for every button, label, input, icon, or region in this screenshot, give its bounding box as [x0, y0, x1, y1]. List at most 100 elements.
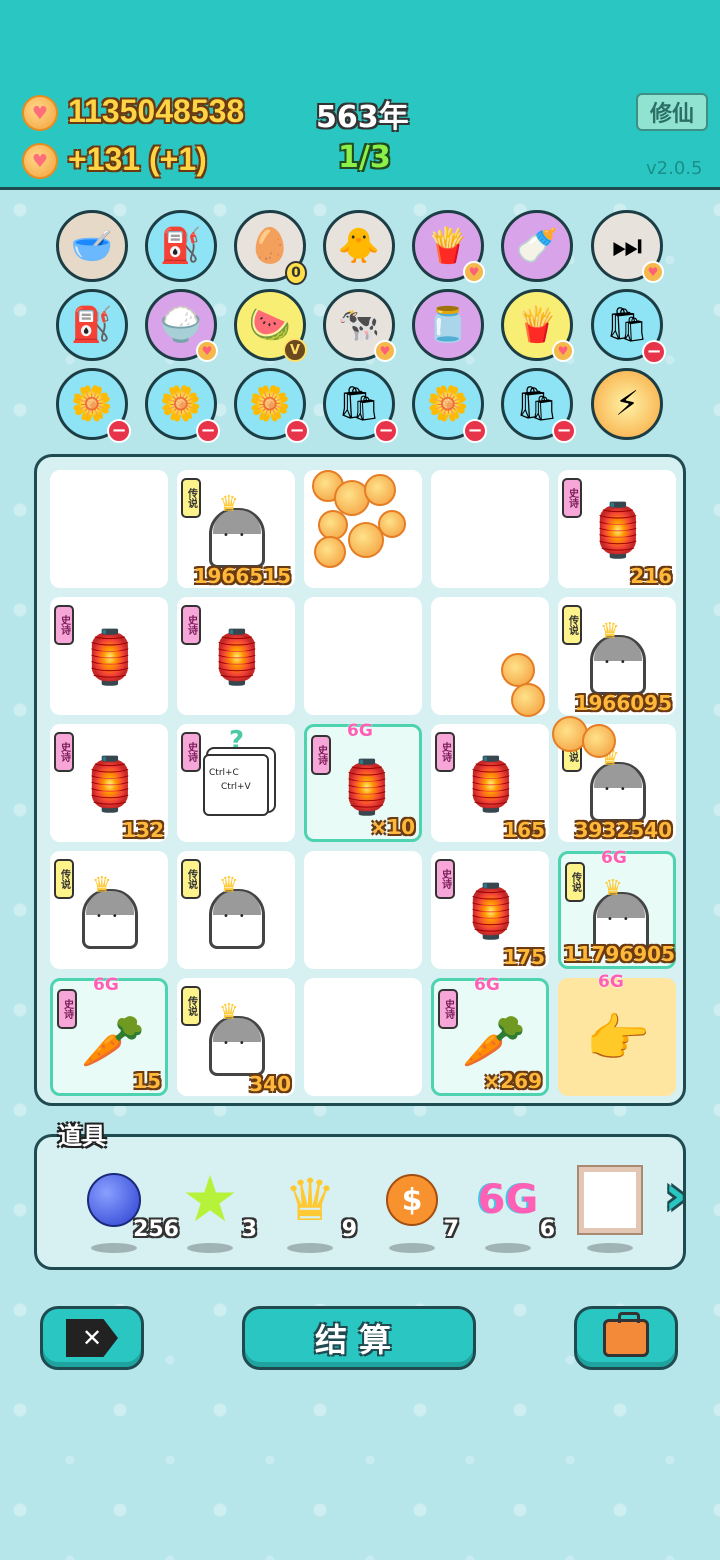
cows-icon[interactable]: 🐄 ♥ — [323, 289, 396, 362]
epic-tag: 史诗 — [57, 989, 77, 1029]
feed-sack-icon[interactable]: 🛍 − — [591, 289, 666, 364]
grid-cell-husky[interactable]: 传说 ♛ •• 1966515 — [177, 470, 295, 588]
grid-cell-husky[interactable]: 传说 ♛ •• — [50, 851, 168, 969]
minus-badge-icon: − — [196, 419, 220, 443]
bag-button[interactable] — [574, 1306, 678, 1370]
rabbit-tent-icon: 🏮 — [204, 627, 270, 688]
grid-cell-empty[interactable] — [304, 978, 422, 1096]
item-crown[interactable]: ♛ 9 — [277, 1166, 357, 1257]
rabbit-tent-icon: 🏮 — [77, 754, 143, 815]
grid-cell-husky[interactable]: 传说 ♛ •• — [177, 851, 295, 969]
6g-badge: 6G — [474, 975, 500, 995]
grid-cell-pointer[interactable]: 6G 👉 — [558, 972, 676, 1096]
chick-icon[interactable]: 🐥 — [323, 210, 395, 282]
flower-pot-icon[interactable]: 🌼 − — [145, 368, 220, 443]
coin-icon — [364, 474, 396, 506]
heart-coin-icon: ♥ — [22, 143, 58, 179]
stage-progress: 1/3 — [338, 140, 391, 175]
fries-icon[interactable]: 🍟 ♥ — [501, 289, 574, 362]
jar-icon[interactable]: 🫙 — [412, 289, 484, 361]
heart-coin-icon: ♥ — [22, 95, 58, 131]
item-shadow — [587, 1243, 633, 1253]
skip-icon[interactable]: ⏭ ♥ — [591, 210, 664, 283]
husky-king-icon: ♛ •• — [582, 615, 654, 699]
grid-cell-husky[interactable]: 传说 ♛ •• 3932540 — [552, 716, 676, 842]
feed-sack-icon[interactable]: 🛍 − — [501, 368, 576, 443]
dog-bowl-icon[interactable]: 🥣 — [56, 210, 128, 282]
coin-income: +131 (+1) — [68, 141, 207, 177]
fruit-basket-icon[interactable]: 🍉 V — [234, 289, 307, 362]
grid-cell-tent[interactable]: 史诗 🏮 132 — [50, 724, 168, 842]
pump-icon[interactable]: ⛽ — [56, 289, 128, 361]
grid-cell-empty[interactable] — [50, 470, 168, 588]
minus-badge-icon: − — [285, 419, 309, 443]
paste-text: Ctrl+V — [221, 782, 251, 792]
fries-icon[interactable]: 🍟 ♥ — [412, 210, 485, 283]
close-button[interactable]: ✕ — [40, 1306, 144, 1370]
item-shadow — [389, 1243, 435, 1253]
grid-cell-coins[interactable] — [304, 470, 422, 588]
epic-tag: 史诗 — [438, 989, 458, 1029]
6g-badge: 6G — [347, 721, 373, 741]
grid-cell-copy[interactable]: 史诗 ? Ctrl+C Ctrl+V — [177, 724, 295, 842]
grid-cell-empty[interactable] — [304, 597, 422, 715]
grid-cell-husky-6g[interactable]: 6G 传说 ♛ •• 11796905 — [558, 848, 676, 969]
item-shadow — [91, 1243, 137, 1253]
rice-bowl-icon[interactable]: 🍚 ♥ — [145, 289, 218, 362]
grid-cell-tent[interactable]: 史诗 🏮 — [177, 597, 295, 715]
item-husky-portrait[interactable] — [577, 1167, 657, 1257]
grid-cell-husky[interactable]: 传说 ♛ •• 1966095 — [558, 597, 676, 715]
grid-cell-tent[interactable]: 史诗 🏮 165 — [431, 724, 549, 842]
flower-pot-icon[interactable]: 🌼 − — [234, 368, 309, 443]
copy-text: Ctrl+C — [209, 768, 239, 778]
settle-label: 结算 — [314, 1321, 403, 1359]
vip-badge-icon: V — [283, 338, 307, 362]
flower-pot-icon[interactable]: 🌼 − — [412, 368, 487, 443]
grid-cell-tent[interactable]: 史诗 🏮 — [50, 597, 168, 715]
coin-icon — [378, 510, 406, 538]
grid-cell-tent[interactable]: 史诗 🏮 216 — [558, 470, 676, 588]
cell-value: 165 — [503, 818, 545, 842]
item-shadow — [485, 1243, 531, 1253]
grid-cell-carrot-6g[interactable]: 6G 史诗 🥕 ×269 — [431, 975, 549, 1096]
coin-icon — [501, 653, 535, 687]
coin-total: 1135048538 — [68, 93, 245, 129]
lightning-icon[interactable]: ⚡ — [591, 368, 663, 440]
grid-cell-empty[interactable] — [431, 470, 549, 588]
item-blue-orb[interactable]: 256 — [81, 1167, 179, 1257]
grid-cell-empty[interactable] — [431, 597, 549, 717]
heart-badge-icon: ♥ — [463, 261, 485, 283]
merge-board: 传说 ♛ •• 1966515 史诗 🏮 216 史诗 🏮 史诗 🏮 传说 ♛ •• — [34, 454, 686, 1106]
grid-cell-husky[interactable]: 传说 ♛ •• 340 — [177, 978, 295, 1096]
grid-cell-carrot-6g[interactable]: 6G 史诗 🥕 15 — [50, 975, 168, 1096]
baby-bottle-icon[interactable]: 🍼 — [501, 210, 573, 282]
grid-cell-tent-6g[interactable]: 6G 史诗 🏮 ×10 — [304, 721, 422, 842]
settle-button[interactable]: 结算 — [242, 1306, 476, 1370]
grid-cell-tent[interactable]: 史诗 🏮 175 — [431, 851, 549, 969]
rabbit-tent-icon: 🏮 — [458, 881, 524, 942]
husky-king-icon: ♛ •• — [201, 488, 273, 572]
grid-cell-empty[interactable] — [304, 851, 422, 969]
crown-icon: ♛ — [284, 1166, 336, 1234]
item-star[interactable]: ★ 3 — [177, 1163, 257, 1257]
cell-value: 1966095 — [574, 691, 672, 715]
item-6g[interactable]: 6G 6 — [475, 1167, 555, 1257]
husky-king-icon: ♛ •• — [201, 996, 273, 1080]
item-dollar-coin[interactable]: $ 7 — [379, 1167, 459, 1257]
heart-badge-icon: ♥ — [196, 340, 218, 362]
scroll-right-arrow-icon[interactable]: › — [664, 1168, 704, 1236]
6g-badge: 6G — [601, 848, 627, 868]
item-count: 256 — [133, 1217, 179, 1242]
flower-pot-icon[interactable]: 🌼 − — [56, 368, 131, 443]
epic-tag: 史诗 — [311, 735, 331, 775]
epic-tag: 史诗 — [562, 478, 582, 518]
epic-tag: 史诗 — [435, 859, 455, 899]
epic-tag: 史诗 — [435, 732, 455, 772]
legend-tag: 传说 — [54, 859, 74, 899]
cell-value: 1966515 — [193, 564, 291, 588]
egg-tray-icon[interactable]: 🥚 0 — [234, 210, 307, 285]
xiuxian-button[interactable]: 修仙 — [636, 93, 708, 131]
version-label: v2.0.5 — [646, 158, 703, 179]
pump-icon[interactable]: ⛽ — [145, 210, 217, 282]
feed-sack-icon[interactable]: 🛍 − — [323, 368, 398, 443]
